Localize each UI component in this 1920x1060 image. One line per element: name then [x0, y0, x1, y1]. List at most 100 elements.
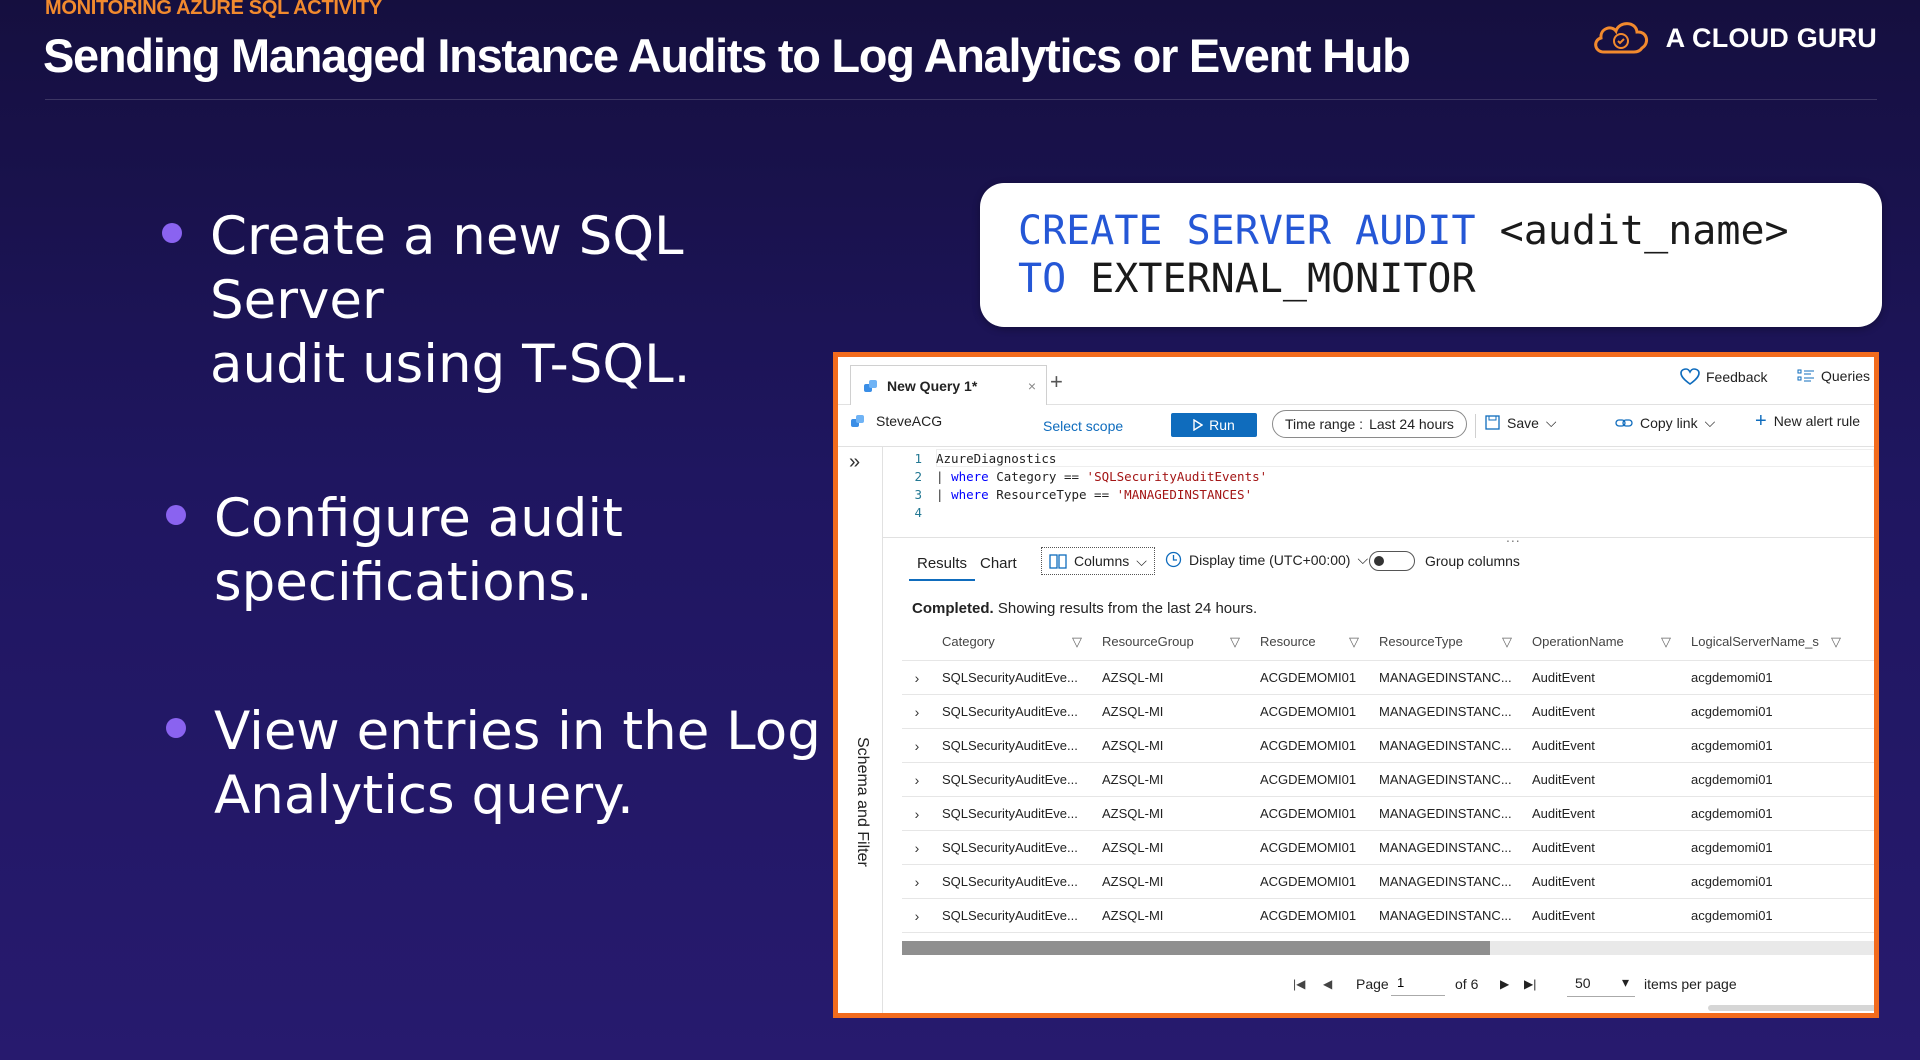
first-page-icon[interactable]: |◀	[1293, 977, 1305, 991]
filter-icon[interactable]: ▽	[1349, 634, 1359, 649]
expand-row-icon[interactable]: ›	[902, 772, 932, 788]
expand-sidebar-icon[interactable]: »	[849, 451, 860, 474]
new-alert-rule-label: New alert rule	[1773, 413, 1861, 429]
last-page-icon[interactable]: ▶|	[1524, 977, 1536, 991]
table-row[interactable]: › SQLSecurityAuditEve... AZSQL-MI ACGDEMOMI…	[902, 661, 1874, 695]
table-row[interactable]: › SQLSecurityAuditEve... AZSQL-MI ACGDEMOMI…	[902, 729, 1874, 763]
save-button[interactable]: Save ⌵	[1485, 414, 1557, 431]
page-number-input[interactable]	[1391, 970, 1445, 996]
table-cell: AuditEvent	[1532, 704, 1595, 719]
query-field: ResourceType ==	[988, 486, 1117, 502]
toggle-switch[interactable]	[1369, 551, 1415, 571]
run-button[interactable]: Run	[1171, 413, 1257, 437]
bullet-item: Configure audit specifications.	[162, 487, 858, 615]
filter-icon[interactable]: ▽	[1661, 634, 1671, 649]
feedback-button[interactable]: Feedback	[1680, 368, 1767, 386]
filter-icon[interactable]: ▽	[1072, 634, 1082, 649]
table-cell: ACGDEMOMI01	[1260, 908, 1357, 923]
expand-row-icon[interactable]: ›	[902, 670, 932, 686]
close-icon[interactable]: ×	[1028, 378, 1036, 394]
page-of-label: of 6	[1455, 976, 1479, 992]
filter-icon[interactable]: ▽	[1230, 634, 1240, 649]
query-editor[interactable]: 1 AzureDiagnostics 2 | where Category ==…	[882, 449, 1874, 534]
bullet-dot-icon	[166, 505, 186, 525]
queries-button[interactable]: Queries	[1797, 368, 1870, 384]
bullet-line: Configure audit	[214, 488, 623, 549]
table-header: Category ▽ ResourceGroup ▽ Resource ▽ Resou…	[902, 622, 1874, 661]
tab-results[interactable]: Results	[908, 555, 976, 581]
column-header[interactable]: ResourceType ▽	[1369, 634, 1522, 649]
table-cell: AuditEvent	[1532, 670, 1595, 685]
table-row[interactable]: › SQLSecurityAuditEve... AZSQL-MI ACGDEMOMI…	[902, 831, 1874, 865]
chevron-down-icon: ⌵	[1545, 414, 1557, 430]
save-label: Save	[1507, 414, 1539, 431]
expand-row-icon[interactable]: ›	[902, 840, 932, 856]
table-cell: MANAGEDINSTANC...	[1379, 738, 1512, 753]
prev-page-icon[interactable]: ◀	[1323, 977, 1332, 991]
columns-button[interactable]: Columns ⌵	[1041, 547, 1155, 575]
filter-icon[interactable]: ▽	[1502, 634, 1512, 649]
group-columns-toggle[interactable]: Group columns	[1369, 551, 1520, 571]
table-cell: acgdemomi01	[1691, 840, 1773, 855]
expand-row-icon[interactable]: ›	[902, 806, 932, 822]
expand-row-icon[interactable]: ›	[902, 704, 932, 720]
clock-icon	[1165, 551, 1182, 568]
table-row[interactable]: › SQLSecurityAuditEve... AZSQL-MI ACGDEMOMI…	[902, 899, 1874, 933]
line-number: 2	[914, 468, 922, 484]
column-header[interactable]: Category ▽	[932, 634, 1092, 649]
editor-line: 2 | where Category == 'SQLSecurityAuditE…	[882, 467, 1267, 485]
list-icon	[1797, 369, 1814, 382]
columns-label: Columns	[1074, 553, 1130, 569]
query-field: Category ==	[988, 468, 1087, 484]
new-alert-rule-button[interactable]: + New alert rule	[1755, 411, 1861, 431]
expand-row-icon[interactable]: ›	[902, 874, 932, 890]
tsql-code-box: CREATE SERVER AUDIT <audit_name> TO EXTE…	[980, 183, 1882, 327]
table-row[interactable]: › SQLSecurityAuditEve... AZSQL-MI ACGDEMOMI…	[902, 695, 1874, 729]
table-row[interactable]: › SQLSecurityAuditEve... AZSQL-MI ACGDEMOMI…	[902, 797, 1874, 831]
page-scrollbar[interactable]	[1708, 1005, 1874, 1011]
table-row[interactable]: › SQLSecurityAuditEve... AZSQL-MI ACGDEMOMI…	[902, 865, 1874, 899]
column-header[interactable]: Resource ▽	[1250, 634, 1369, 649]
expand-row-icon[interactable]: ›	[902, 908, 932, 924]
column-header[interactable]: ResourceGroup ▽	[1092, 634, 1250, 649]
caret-down-icon: ▾	[1621, 974, 1629, 990]
header-divider	[45, 99, 1877, 100]
time-range-label: Time range :	[1285, 416, 1364, 432]
horizontal-scrollbar[interactable]	[902, 941, 1874, 955]
table-cell: AZSQL-MI	[1102, 772, 1164, 787]
table-row[interactable]: › SQLSecurityAuditEve... AZSQL-MI ACGDEMOMI…	[902, 763, 1874, 797]
chevron-down-icon: ⌵	[1136, 552, 1147, 569]
expand-row-icon[interactable]: ›	[902, 738, 932, 754]
copy-link-label: Copy link	[1640, 414, 1698, 431]
slide-eyebrow: MONITORING AZURE SQL ACTIVITY	[45, 0, 382, 19]
time-range-picker[interactable]: Time range : Last 24 hours	[1272, 410, 1467, 438]
column-header[interactable]: OperationName ▽	[1522, 634, 1681, 649]
column-header[interactable]: LogicalServerName_s ▽	[1681, 634, 1851, 649]
bullet-line: audit using T-SQL.	[210, 334, 691, 395]
display-time-dropdown[interactable]: Display time (UTC+00:00) ⌵	[1165, 551, 1368, 568]
columns-icon	[1049, 553, 1067, 569]
line-number: 1	[914, 450, 922, 466]
tab-chart[interactable]: Chart	[980, 555, 1017, 572]
table-cell: AuditEvent	[1532, 738, 1595, 753]
scrollbar-thumb[interactable]	[902, 941, 1490, 955]
table-cell: AZSQL-MI	[1102, 840, 1164, 855]
schema-and-filter-label[interactable]: Schema and Filter	[853, 737, 871, 867]
table-cell: SQLSecurityAuditEve...	[942, 806, 1078, 821]
toolbar-divider	[1475, 414, 1476, 438]
filter-icon[interactable]: ▽	[1831, 634, 1841, 649]
next-page-icon[interactable]: ▶	[1500, 977, 1509, 991]
copy-link-button[interactable]: Copy link ⌵	[1615, 414, 1715, 431]
select-scope-link[interactable]: Select scope	[1043, 418, 1123, 434]
queries-label: Queries	[1821, 368, 1871, 384]
query-tab[interactable]: New Query 1* ×	[850, 365, 1047, 405]
table-cell: AZSQL-MI	[1102, 806, 1164, 821]
query-keyword: where	[951, 468, 989, 484]
tsql-code: CREATE SERVER AUDIT <audit_name> TO EXTE…	[1018, 207, 1789, 303]
query-status: Completed. Showing results from the last…	[912, 600, 1257, 617]
page-size-select[interactable]: 50 ▾	[1567, 969, 1635, 997]
table-cell: ACGDEMOMI01	[1260, 840, 1357, 855]
schema-sidebar: » Schema and Filter	[838, 447, 883, 1013]
new-tab-plus-icon[interactable]: +	[1050, 369, 1063, 395]
table-cell: MANAGEDINSTANC...	[1379, 670, 1512, 685]
